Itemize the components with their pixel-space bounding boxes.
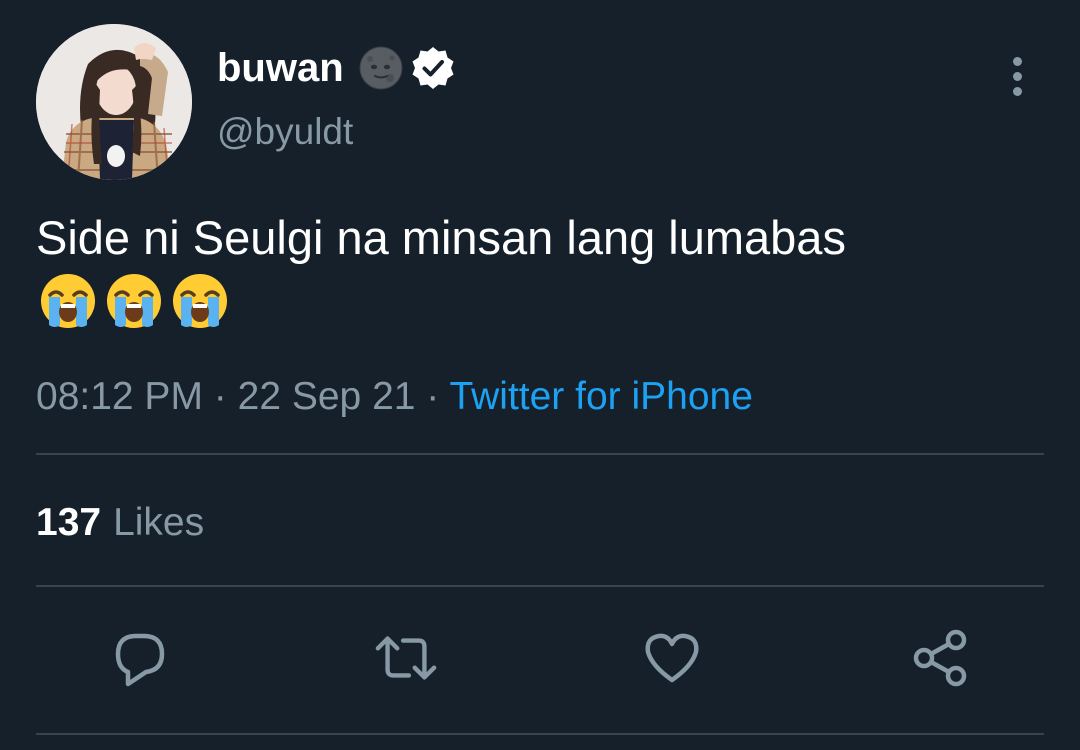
share-button[interactable] bbox=[908, 626, 972, 690]
share-icon bbox=[913, 629, 967, 687]
like-button[interactable] bbox=[640, 626, 704, 690]
more-dot-icon bbox=[1012, 71, 1022, 81]
like-icon bbox=[645, 633, 699, 683]
tweet-emoji-row bbox=[38, 271, 230, 331]
more-options-button[interactable] bbox=[996, 50, 1038, 102]
divider bbox=[36, 585, 1044, 587]
divider bbox=[36, 453, 1044, 455]
tweet-time: 08:12 PM bbox=[36, 375, 203, 418]
loudly-crying-face-icon bbox=[107, 274, 161, 328]
more-dot-icon bbox=[1012, 56, 1022, 66]
retweet-button[interactable] bbox=[374, 626, 438, 690]
divider bbox=[36, 733, 1044, 735]
likes-stat[interactable]: 137 Likes bbox=[36, 498, 204, 548]
tweet-source-link[interactable]: Twitter for iPhone bbox=[449, 375, 752, 418]
reply-icon bbox=[115, 633, 165, 687]
retweet-icon bbox=[375, 636, 437, 680]
loudly-crying-face-icon bbox=[173, 274, 227, 328]
author-name-row: buwan bbox=[217, 42, 456, 94]
reply-button[interactable] bbox=[108, 626, 172, 690]
loudly-crying-face-icon bbox=[41, 274, 95, 328]
more-dot-icon bbox=[1012, 86, 1022, 96]
tweet-date: 22 Sep 21 bbox=[237, 375, 416, 418]
avatar[interactable] bbox=[36, 24, 192, 180]
author-display-name[interactable]: buwan bbox=[217, 42, 344, 94]
likes-count: 137 bbox=[36, 501, 102, 544]
likes-label: Likes bbox=[113, 501, 205, 544]
verified-badge-icon bbox=[410, 45, 456, 91]
new-moon-face-icon bbox=[358, 45, 404, 91]
tweet-meta: 08:12 PM · 22 Sep 21 · Twitter for iPhon… bbox=[36, 372, 753, 422]
meta-separator: · bbox=[213, 375, 227, 418]
avatar-photo bbox=[36, 24, 192, 180]
tweet-text: Side ni Seulgi na minsan lang lumabas bbox=[36, 211, 846, 264]
meta-separator: · bbox=[426, 375, 440, 418]
author-handle[interactable]: @byuldt bbox=[217, 108, 353, 156]
